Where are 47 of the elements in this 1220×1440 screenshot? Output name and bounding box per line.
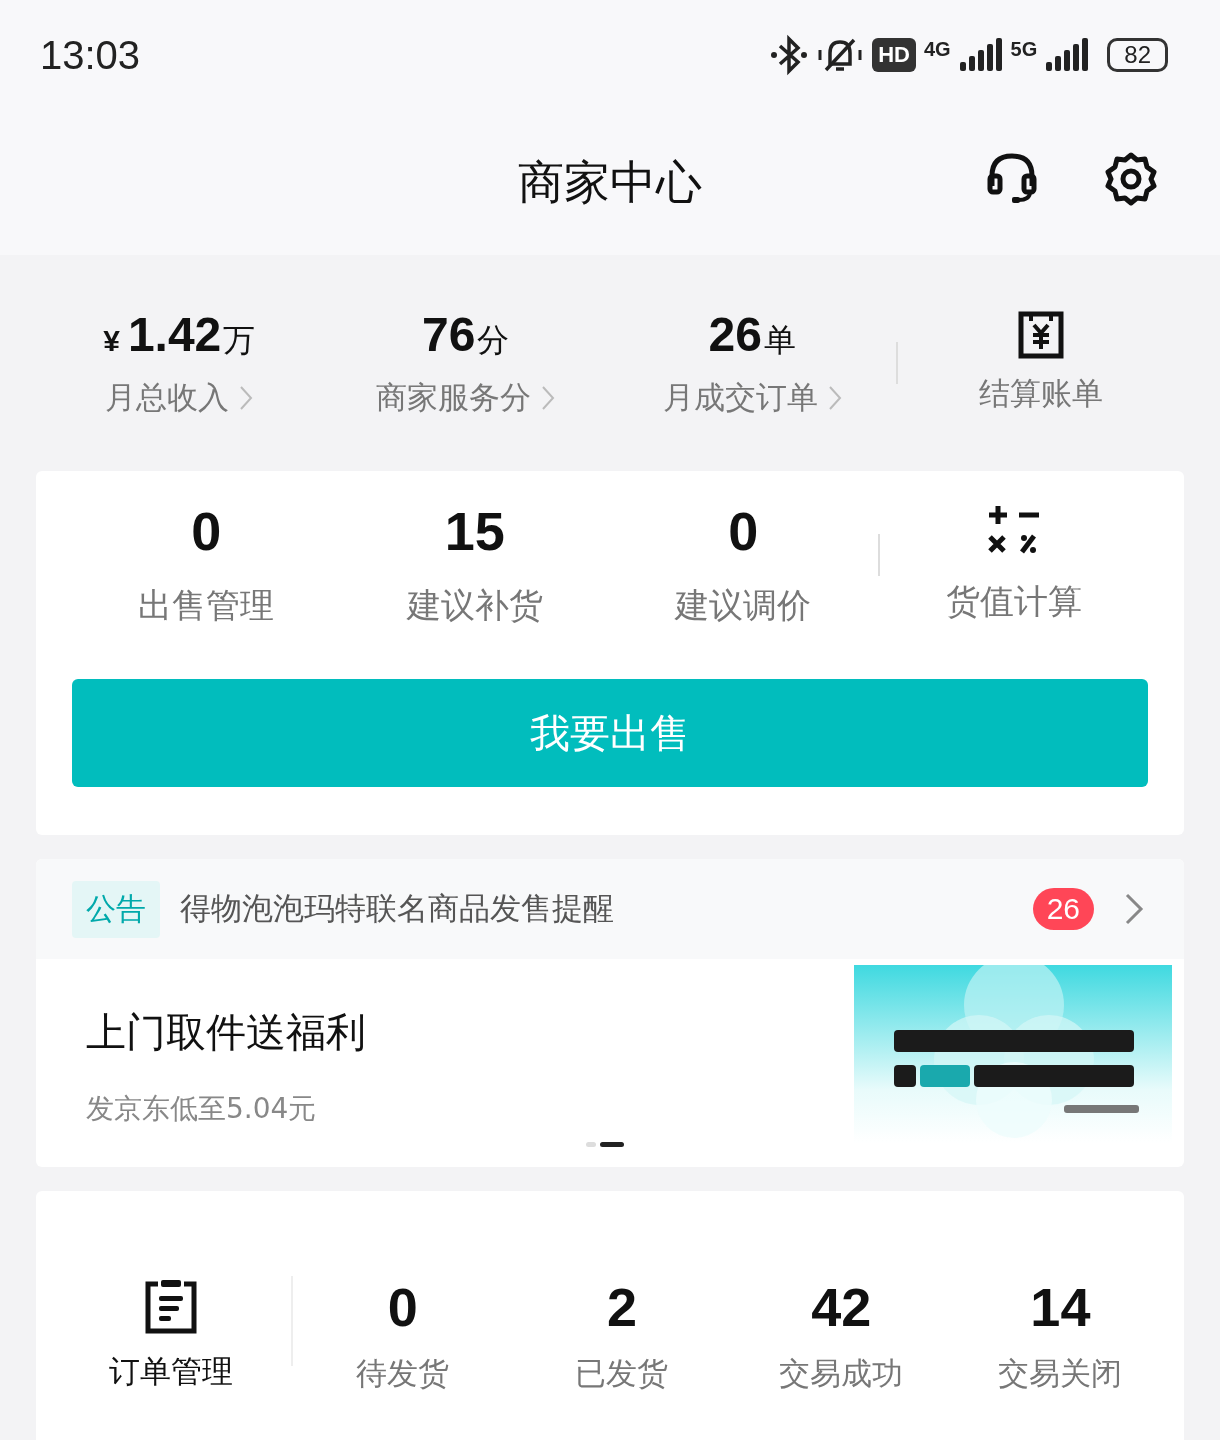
count-label[interactable]: 建议补货 [406,583,543,629]
chevron-right-icon [827,385,842,411]
count-value: 15 [444,501,505,561]
chevron-right-icon [239,385,254,411]
settings-icon[interactable] [1104,152,1158,206]
notice-text: 得物泡泡玛特联名商品发售提醒 [180,889,615,928]
clipboard-icon[interactable] [143,1279,198,1335]
notice-tag: 公告 [72,880,160,938]
hd-badge: HD [872,38,916,72]
notice-bar[interactable]: 公告 得物泡泡玛特联名商品发售提醒 26 [36,859,1184,959]
count-label[interactable]: 建议调价 [675,583,812,629]
order-status-label[interactable]: 交易成功 [779,1353,904,1395]
bill-label[interactable]: 结算账单 [978,373,1103,415]
order-count: 2 [606,1277,637,1337]
order-status-label[interactable]: 交易关闭 [998,1353,1123,1395]
chevron-right-icon [541,385,556,411]
status-time: 13:03 [40,32,141,78]
banner-subtitle: 发京东低至5.04元 [86,1091,318,1127]
chevron-right-icon [1124,892,1144,926]
page-title: 商家中心 [518,153,702,211]
headset-icon[interactable] [986,152,1038,206]
battery-indicator: 82 [1107,38,1168,72]
stat-link[interactable]: 月成交订单 [662,377,842,419]
stat-value: ¥ 1.42万 [103,307,256,363]
sell-button[interactable]: 我要出售 [72,679,1148,787]
network-label: 4G [923,38,951,61]
stat-value: 26单 [708,307,796,363]
orders-label[interactable]: 订单管理 [108,1351,233,1393]
order-count: 14 [1030,1277,1091,1337]
signal-icon [958,38,1003,72]
network-label: 5G [1010,38,1038,61]
count-value: 0 [191,501,222,561]
order-status-label[interactable]: 待发货 [356,1353,450,1395]
count-label[interactable]: 出售管理 [138,583,275,629]
calculator-label[interactable]: 货值计算 [945,579,1082,625]
order-status-label[interactable]: 已发货 [575,1353,669,1395]
order-count: 0 [387,1277,418,1337]
stat-value: 76分 [422,307,510,363]
notice-count: 26 [1032,888,1094,930]
signal-icon [1045,38,1090,72]
banner-title[interactable]: 上门取件送福利 [86,1005,854,1060]
bill-icon[interactable] [1016,311,1065,359]
order-count: 42 [811,1277,872,1337]
stat-link[interactable]: 商家服务分 [376,377,556,419]
bluetooth-icon [770,34,809,76]
stat-link[interactable]: 月总收入 [105,377,254,419]
count-value: 0 [728,501,759,561]
